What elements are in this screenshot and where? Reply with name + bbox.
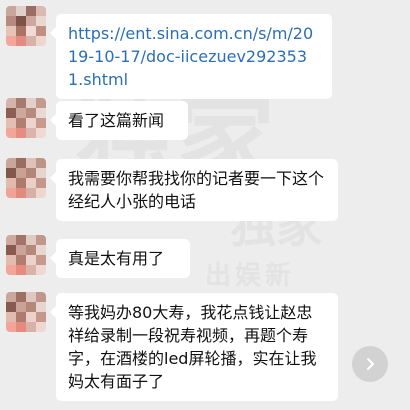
message-text: 我需要你帮我找你的记者要一下这个经纪人小张的电话	[68, 169, 325, 211]
forward-button[interactable]	[352, 346, 388, 382]
message-bubble[interactable]: https://ent.sina.com.cn/s/m/2019-10-17/d…	[50, 14, 332, 99]
message-text: 真是太有用了	[68, 249, 165, 268]
avatar[interactable]	[6, 158, 46, 198]
avatar[interactable]	[6, 292, 46, 332]
avatar[interactable]	[6, 235, 46, 275]
chat-window: 独家 独家 出娱新 https://ent.sina.com.cn/s/m/20…	[0, 0, 410, 410]
message-bubble[interactable]: 看了这篇新闻	[50, 101, 188, 140]
watermark-small: 出娱新	[205, 261, 296, 291]
avatar[interactable]	[6, 6, 46, 46]
message-text: 看了这篇新闻	[68, 111, 165, 130]
message-bubble[interactable]: 等我妈办80大寿，我花点钱让赵忠祥给录制一段祝寿视频，再题个寿字，在酒楼的led…	[50, 293, 338, 401]
message-bubble[interactable]: 真是太有用了	[50, 239, 190, 278]
message-bubble[interactable]: 我需要你帮我找你的记者要一下这个经纪人小张的电话	[50, 159, 338, 221]
avatar[interactable]	[6, 98, 46, 138]
message-text: 等我妈办80大寿，我花点钱让赵忠祥给录制一段祝寿视频，再题个寿字，在酒楼的led…	[68, 303, 317, 391]
message-link[interactable]: https://ent.sina.com.cn/s/m/2019-10-17/d…	[68, 24, 313, 89]
chevron-right-icon	[363, 357, 377, 371]
